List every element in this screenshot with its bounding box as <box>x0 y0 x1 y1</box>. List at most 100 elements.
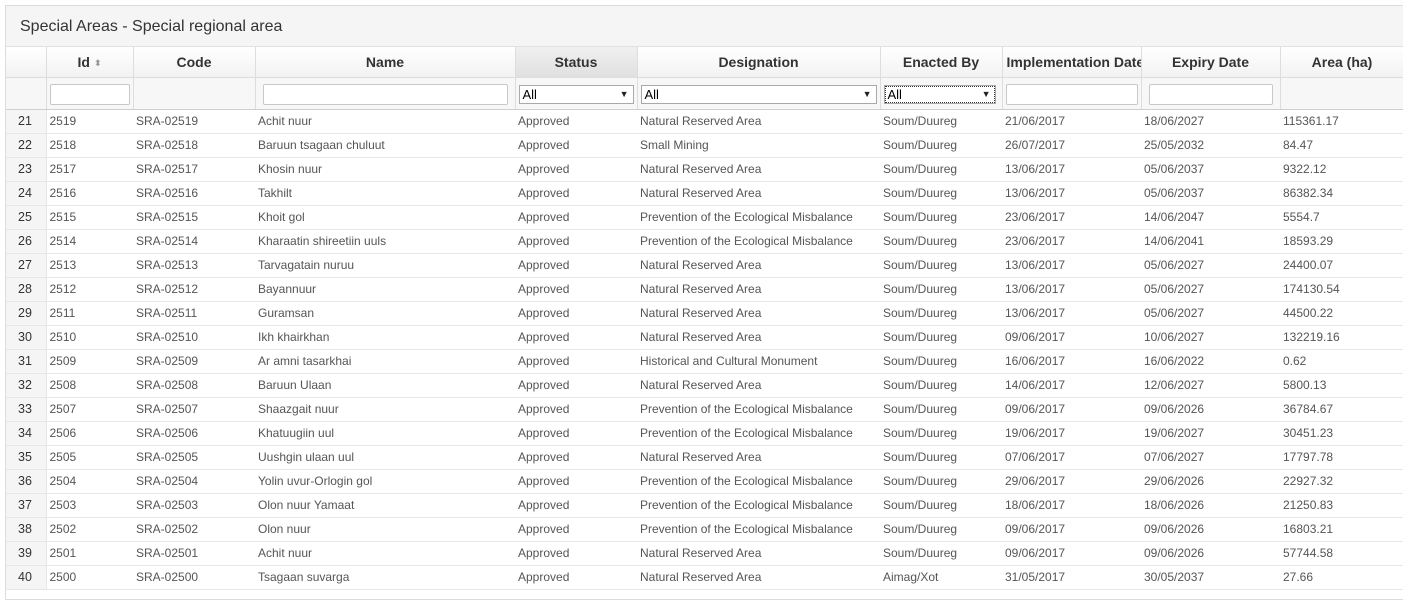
filter-implementation-date-input[interactable] <box>1005 83 1138 105</box>
cell-implementation-date: 23/06/2017 <box>1002 205 1141 230</box>
header-implementation-date[interactable]: Implementation Date <box>1002 47 1142 78</box>
cell-enacted-by: Soum/Duureg <box>880 301 1002 326</box>
cell-code: SRA-02512 <box>133 277 255 302</box>
row-number: 29 <box>6 301 47 326</box>
table-row[interactable]: 30 2510 SRA-02510 Ikh khairkhan Approved Natu… <box>6 325 1403 350</box>
cell-designation: Natural Reserved Area <box>637 445 880 470</box>
filter-id-input[interactable] <box>49 83 130 105</box>
cell-designation: Natural Reserved Area <box>637 565 880 590</box>
cell-area: 27.66 <box>1280 565 1403 590</box>
header-code[interactable]: Code <box>133 47 256 78</box>
table-row[interactable]: 28 2512 SRA-02512 Bayannuur Approved Natural … <box>6 277 1403 302</box>
table-row[interactable]: 37 2503 SRA-02503 Olon nuur Yamaat Approved P… <box>6 493 1403 518</box>
cell-expiry-date: 29/06/2026 <box>1141 469 1280 494</box>
cell-area: 21250.83 <box>1280 493 1403 518</box>
cell-implementation-date: 13/06/2017 <box>1002 277 1141 302</box>
cell-name: Khatuugiin uul <box>255 421 515 446</box>
cell-id: 2507 <box>46 397 133 422</box>
table-row[interactable]: 21 2519 SRA-02519 Achit nuur Approved Natural… <box>6 109 1403 134</box>
table-row[interactable]: 24 2516 SRA-02516 Takhilt Approved Natural Re… <box>6 181 1403 206</box>
filter-name-input[interactable] <box>262 83 508 105</box>
cell-enacted-by: Soum/Duureg <box>880 205 1002 230</box>
cell-designation: Prevention of the Ecological Misbalance <box>637 421 880 446</box>
table-row[interactable]: 34 2506 SRA-02506 Khatuugiin uul Approved Pre… <box>6 421 1403 446</box>
cell-expiry-date: 14/06/2047 <box>1141 205 1280 230</box>
cell-area: 30451.23 <box>1280 421 1403 446</box>
table-row[interactable]: 25 2515 SRA-02515 Khoit gol Approved Preventi… <box>6 205 1403 230</box>
cell-implementation-date: 13/06/2017 <box>1002 301 1141 326</box>
cell-expiry-date: 10/06/2027 <box>1141 325 1280 350</box>
filter-id-cell <box>46 77 134 110</box>
grid-panel: Special Areas - Special regional area Id… <box>5 5 1403 600</box>
cell-id: 2517 <box>46 157 133 182</box>
header-enacted-by[interactable]: Enacted By <box>880 47 1003 78</box>
header-status[interactable]: Status <box>515 47 638 78</box>
header-id[interactable]: Id ⬍ <box>46 47 134 78</box>
table-row[interactable]: 32 2508 SRA-02508 Baruun Ulaan Approved Natur… <box>6 373 1403 398</box>
cell-expiry-date: 12/06/2027 <box>1141 373 1280 398</box>
cell-id: 2515 <box>46 205 133 230</box>
cell-enacted-by: Soum/Duureg <box>880 349 1002 374</box>
cell-name: Baruun tsagaan chuluut <box>255 133 515 158</box>
cell-designation: Natural Reserved Area <box>637 157 880 182</box>
cell-enacted-by: Soum/Duureg <box>880 181 1002 206</box>
table-row[interactable]: 29 2511 SRA-02511 Guramsan Approved Natural R… <box>6 301 1403 326</box>
cell-implementation-date: 14/06/2017 <box>1002 373 1141 398</box>
cell-expiry-date: 18/06/2027 <box>1141 109 1280 134</box>
table-row[interactable]: 27 2513 SRA-02513 Tarvagatain nuruu Approved… <box>6 253 1403 278</box>
cell-enacted-by: Soum/Duureg <box>880 445 1002 470</box>
cell-id: 2518 <box>46 133 133 158</box>
cell-enacted-by: Soum/Duureg <box>880 325 1002 350</box>
table-row[interactable]: 35 2505 SRA-02505 Uushgin ulaan uul Approved… <box>6 445 1403 470</box>
cell-expiry-date: 05/06/2037 <box>1141 157 1280 182</box>
cell-id: 2501 <box>46 541 133 566</box>
cell-code: SRA-02509 <box>133 349 255 374</box>
filter-expiry-date-input[interactable] <box>1148 83 1273 105</box>
filter-status-select[interactable]: All ▼ <box>518 84 634 104</box>
cell-enacted-by: Soum/Duureg <box>880 133 1002 158</box>
cell-status: Approved <box>515 445 637 470</box>
cell-designation: Prevention of the Ecological Misbalance <box>637 397 880 422</box>
cell-implementation-date: 18/06/2017 <box>1002 493 1141 518</box>
header-id-label: Id <box>77 53 90 70</box>
cell-code: SRA-02511 <box>133 301 255 326</box>
row-number: 40 <box>6 565 47 590</box>
cell-expiry-date: 09/06/2026 <box>1141 517 1280 542</box>
header-expiry-date[interactable]: Expiry Date <box>1141 47 1281 78</box>
cell-area: 0.62 <box>1280 349 1403 374</box>
row-number: 28 <box>6 277 47 302</box>
cell-name: Shaazgait nuur <box>255 397 515 422</box>
header-designation[interactable]: Designation <box>637 47 881 78</box>
cell-implementation-date: 23/06/2017 <box>1002 229 1141 254</box>
filter-designation-select[interactable]: All ▼ <box>640 84 877 104</box>
table-row[interactable]: 36 2504 SRA-02504 Yolin uvur-Orlogin gol App… <box>6 469 1403 494</box>
table-row[interactable]: 31 2509 SRA-02509 Ar amni tasarkhai Approved… <box>6 349 1403 374</box>
cell-enacted-by: Soum/Duureg <box>880 397 1002 422</box>
cell-area: 5554.7 <box>1280 205 1403 230</box>
cell-name: Baruun Ulaan <box>255 373 515 398</box>
header-area[interactable]: Area (ha) <box>1280 47 1403 78</box>
table-row[interactable]: 38 2502 SRA-02502 Olon nuur Approved Preventi… <box>6 517 1403 542</box>
cell-designation: Natural Reserved Area <box>637 109 880 134</box>
table-row[interactable]: 39 2501 SRA-02501 Achit nuur Approved Natural… <box>6 541 1403 566</box>
table-row[interactable]: 22 2518 SRA-02518 Baruun tsagaan chuluut App… <box>6 133 1403 158</box>
table-row[interactable]: 33 2507 SRA-02507 Shaazgait nuur Approved Pre… <box>6 397 1403 422</box>
sort-icon[interactable]: ⬍ <box>94 58 102 68</box>
cell-area: 16803.21 <box>1280 517 1403 542</box>
cell-status: Approved <box>515 109 637 134</box>
table-row[interactable]: 26 2514 SRA-02514 Kharaatin shireetiin uuls… <box>6 229 1403 254</box>
row-number: 21 <box>6 109 47 134</box>
table-row[interactable]: 23 2517 SRA-02517 Khosin nuur Approved Natura… <box>6 157 1403 182</box>
table-row[interactable]: 40 2500 SRA-02500 Tsagaan suvarga Approved Na… <box>6 565 1403 590</box>
row-number: 37 <box>6 493 47 518</box>
cell-name: Ar amni tasarkhai <box>255 349 515 374</box>
filter-enacted-by-select[interactable]: All ▼ <box>883 84 996 104</box>
cell-name: Tarvagatain nuruu <box>255 253 515 278</box>
header-name[interactable]: Name <box>255 47 516 78</box>
cell-designation: Historical and Cultural Monument <box>637 349 880 374</box>
row-number: 26 <box>6 229 47 254</box>
filter-expiry-cell <box>1141 77 1281 110</box>
filter-designation-cell: All ▼ <box>637 77 881 110</box>
cell-area: 115361.17 <box>1280 109 1403 134</box>
cell-name: Ikh khairkhan <box>255 325 515 350</box>
